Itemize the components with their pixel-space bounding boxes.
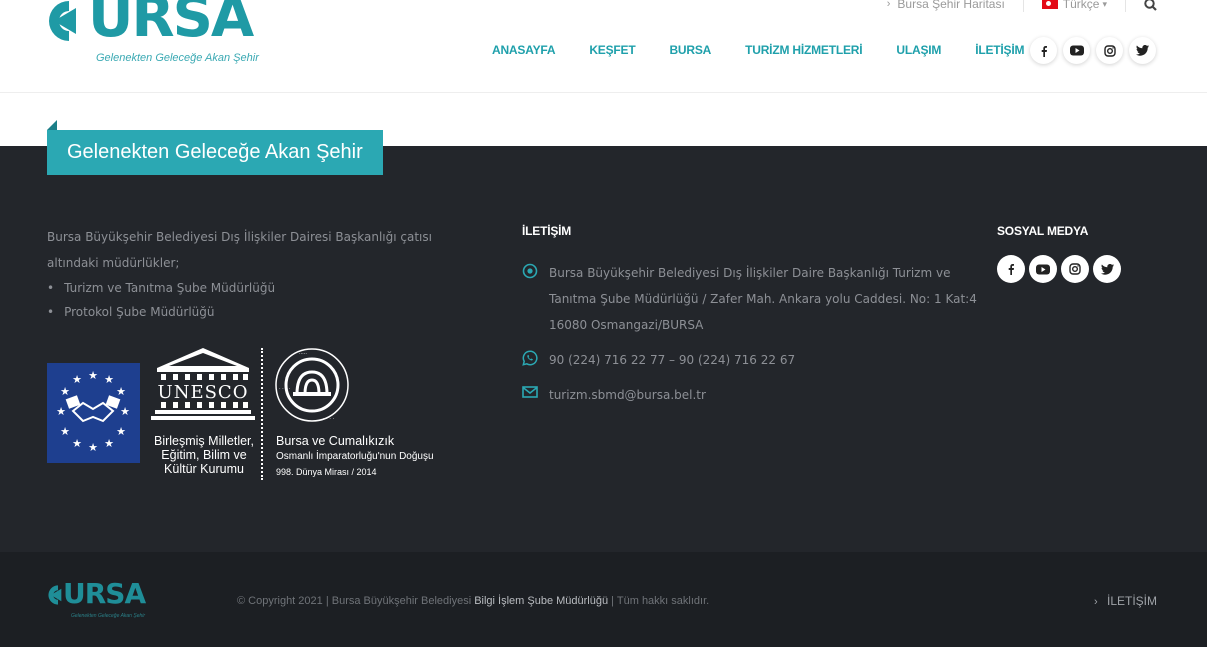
- contact-email: turizm.sbmd@bursa.bel.tr: [522, 382, 982, 408]
- list-item: Protokol Şube Müdürlüğü: [47, 300, 487, 324]
- chevron-down-icon[interactable]: ▾: [1102, 0, 1107, 10]
- footer-contact-label: İLETİŞİM: [1106, 594, 1157, 608]
- svg-text:★: ★: [60, 425, 70, 438]
- about-list: Turizm ve Tanıtma Şube Müdürlüğü Protoko…: [47, 276, 487, 324]
- unesco-caption-line: Eğitim, Bilim ve: [161, 448, 247, 462]
- social-title: SOSYAL MEDYA: [997, 224, 1089, 238]
- footer-logo[interactable]: URSA Gelenekten Geleceğe Akan Şehir: [47, 580, 167, 620]
- logo-word: URSA: [88, 0, 254, 50]
- about-intro: Bursa Büyükşehir Belediyesi Dış İlişkile…: [47, 230, 432, 270]
- svg-text:★: ★: [88, 369, 98, 382]
- svg-text:·····: ·····: [299, 351, 307, 357]
- svg-text:★: ★: [104, 373, 114, 386]
- nav-item-iletisim[interactable]: İLETİŞİM: [958, 43, 1041, 57]
- copyright-link[interactable]: Bilgi İşlem Şube Müdürlüğü: [474, 595, 608, 607]
- language-selector[interactable]: Türkçe: [1063, 0, 1100, 11]
- svg-text:★: ★: [72, 437, 82, 450]
- unesco-caption-line: Kültür Kurumu: [164, 462, 244, 476]
- contact-phone: 90 (224) 716 22 77 – 90 (224) 716 22 67: [522, 347, 982, 373]
- nav-item-turizm-hizmetleri[interactable]: TURİZM HİZMETLERİ: [728, 43, 879, 57]
- youtube-icon[interactable]: [1029, 255, 1057, 283]
- email-link[interactable]: turizm.sbmd@bursa.bel.tr: [549, 382, 706, 408]
- unesco-caption-line: Birleşmiş Milletler,: [153, 434, 254, 448]
- contact-address: Bursa Büyükşehir Belediyesi Dış İlişkile…: [522, 260, 982, 338]
- heritage-subtitle: Osmanlı İmparatorluğu'nun Doğuşu: [276, 451, 434, 462]
- nav-item-ulasim[interactable]: ULAŞIM: [879, 43, 958, 57]
- envelope-icon: [522, 386, 538, 398]
- search-icon[interactable]: [1144, 0, 1157, 11]
- svg-text:★: ★: [104, 437, 114, 450]
- contact-title: İLETİŞİM: [522, 224, 572, 238]
- nav-item-anasayfa[interactable]: ANASAYFA: [475, 43, 572, 57]
- unesco-wordmark: UNESCO: [158, 382, 249, 403]
- divider: [1125, 0, 1126, 12]
- svg-text:★: ★: [72, 373, 82, 386]
- main-nav: ANASAYFA KEŞFET BURSA TURİZM HİZMETLERİ …: [475, 43, 1041, 57]
- site-logo[interactable]: URSA Gelenekten Geleceğe Akan Şehir: [46, 0, 276, 70]
- svg-text:★: ★: [60, 385, 70, 398]
- svg-text:★: ★: [120, 405, 130, 418]
- turkey-flag-icon: [1041, 0, 1058, 9]
- banner-text: Gelenekten Geleceğe Akan Şehir: [67, 141, 363, 163]
- heritage-title: Bursa ve Cumalıkızık: [276, 434, 395, 448]
- twitter-icon[interactable]: [1093, 255, 1121, 283]
- partner-logos: ★ ★ ★ ★ ★ ★ ★ ★ ★ ★ ★ ★ UNESCO Birleşmiş Milletl…: [47, 346, 447, 486]
- footer-contact-link[interactable]: › İLETİŞİM: [1094, 594, 1157, 608]
- youtube-icon[interactable]: [1063, 37, 1090, 64]
- eu-stars-handshake-icon: ★ ★★ ★★★ ★★★ ★★★: [56, 369, 130, 454]
- svg-text:★: ★: [116, 425, 126, 438]
- dotted-divider: [261, 348, 263, 480]
- location-icon: [522, 263, 538, 279]
- top-bar: › Bursa Şehir Haritası Türkçe ▾: [887, 0, 1157, 14]
- copyright-suffix: | Tüm hakkı saklıdır.: [611, 595, 710, 607]
- site-header: URSA Gelenekten Geleceğe Akan Şehir › Bu…: [0, 0, 1207, 93]
- phone-text[interactable]: 90 (224) 716 22 77 – 90 (224) 716 22 67: [549, 347, 795, 373]
- svg-text:· · · ·: · · · ·: [323, 416, 335, 422]
- address-text: Bursa Büyükşehir Belediyesi Dış İlişkile…: [549, 266, 977, 332]
- footer-bottom-bar: URSA Gelenekten Geleceğe Akan Şehir © Co…: [0, 552, 1207, 647]
- city-map-link[interactable]: Bursa Şehir Haritası: [897, 0, 1004, 11]
- svg-text:★: ★: [56, 405, 66, 418]
- svg-text:★: ★: [116, 385, 126, 398]
- unesco-logo: UNESCO: [151, 348, 255, 420]
- chevron-right-icon: ›: [1093, 596, 1098, 608]
- logo-mark-icon: [49, 1, 76, 41]
- footer-logo-tagline: Gelenekten Geleceğe Akan Şehir: [71, 613, 146, 619]
- heritage-note: 998. Dünya Mirası / 2014: [276, 467, 377, 477]
- instagram-icon[interactable]: [1096, 37, 1123, 64]
- facebook-icon[interactable]: [997, 255, 1025, 283]
- list-item: Turizm ve Tanıtma Şube Müdürlüğü: [47, 276, 487, 300]
- svg-text:· · · ·: · · · ·: [279, 386, 291, 392]
- nav-item-bursa[interactable]: BURSA: [652, 43, 728, 57]
- copyright: © Copyright 2021 | Bursa Büyükşehir Bele…: [237, 595, 709, 607]
- world-heritage-logo: ····· · · · · · · · ·: [275, 348, 349, 422]
- header-social-links: [1030, 37, 1156, 64]
- footer-social-links: [997, 255, 1121, 283]
- footer-logo-word: URSA: [63, 577, 146, 610]
- eu-logo: ★ ★ ★ ★ ★ ★ ★ ★ ★ ★ ★ ★: [47, 363, 140, 463]
- svg-text:★: ★: [88, 441, 98, 454]
- facebook-icon[interactable]: [1030, 37, 1057, 64]
- logo-tagline: Gelenekten Geleceğe Akan Şehir: [96, 52, 259, 64]
- twitter-icon[interactable]: [1129, 37, 1156, 64]
- divider: [1022, 0, 1024, 12]
- copyright-prefix: © Copyright 2021 | Bursa Büyükşehir Bele…: [237, 595, 472, 607]
- nav-item-kesfet[interactable]: KEŞFET: [572, 43, 652, 57]
- chevron-right-icon: ›: [886, 0, 891, 10]
- tagline-banner: Gelenekten Geleceğe Akan Şehir: [47, 120, 383, 175]
- unesco-caption: Birleşmiş Milletler, Eğitim, Bilim ve Kü…: [145, 434, 263, 476]
- instagram-icon[interactable]: [1061, 255, 1089, 283]
- whatsapp-icon: [522, 350, 538, 366]
- footer-about: Bursa Büyükşehir Belediyesi Dış İlişkile…: [47, 224, 487, 324]
